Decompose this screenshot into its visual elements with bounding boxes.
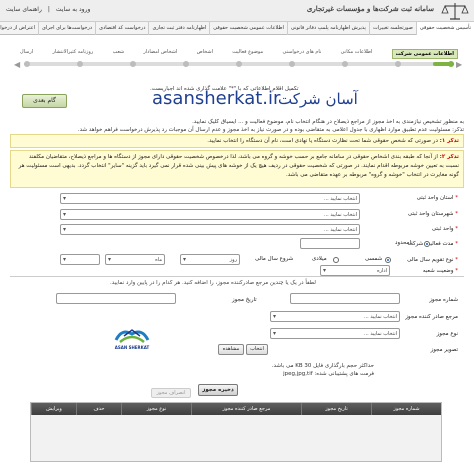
col-delete[interactable]: حذف bbox=[76, 403, 121, 415]
license-type-select[interactable]: انتخاب نمایید ... bbox=[270, 328, 400, 339]
warning-box-1: تذکر ۱: در صورتی که شخص حقوقی شما تحت نظ… bbox=[10, 134, 464, 148]
issuer-select[interactable]: انتخاب نمایید ... bbox=[270, 311, 400, 322]
chevron-right-icon[interactable]: ▶ bbox=[456, 60, 462, 69]
fiscal-month-select[interactable]: ماه bbox=[105, 254, 165, 265]
choose-file-button[interactable]: انتخاب bbox=[246, 344, 268, 355]
asan-logo-caption: ASAN SHERKAT bbox=[114, 345, 150, 350]
col-license-number[interactable]: شماره مجوز bbox=[371, 403, 441, 415]
info-line-1: به منظور تشخیص نیازمندی به اخذ مجوز از م… bbox=[192, 119, 464, 125]
col-edit[interactable]: ویرایش bbox=[31, 403, 76, 415]
duration-unlimited-radio[interactable] bbox=[424, 241, 430, 247]
miladi-label: میلادی bbox=[312, 256, 327, 262]
province-label: * استان واحد ثبتی bbox=[416, 195, 458, 201]
license-note: لطفاً در یک یا چندین مرجع صادرکننده مجوز… bbox=[110, 280, 316, 286]
city-label: * شهرستان واحد ثبتی bbox=[407, 211, 458, 217]
col-issuer[interactable]: مرجع صادر کننده مجوز bbox=[191, 403, 301, 415]
step-dot bbox=[289, 61, 295, 67]
license-table-body bbox=[31, 415, 441, 461]
step-names[interactable]: نام های درخواستی bbox=[283, 49, 322, 59]
step-submit[interactable]: ارسال bbox=[20, 49, 33, 59]
next-step-button[interactable]: گام بعدی bbox=[22, 94, 67, 108]
step-general-info[interactable]: اطلاعات عمومی شرکت bbox=[391, 49, 458, 59]
step-location[interactable]: اطلاعات مکانی bbox=[341, 49, 373, 59]
nav-item-economic-code[interactable]: درخواست کد اقتصادی bbox=[95, 22, 148, 35]
duration-input[interactable] bbox=[300, 238, 360, 249]
license-type-label: نوع مجوز bbox=[436, 331, 458, 337]
miladi-radio[interactable] bbox=[333, 257, 339, 263]
license-table: شماره مجوز تاریخ مجوز مرجع صادر کننده مج… bbox=[30, 402, 442, 462]
shamsi-radio[interactable] bbox=[385, 257, 391, 263]
fiscal-year-select[interactable] bbox=[60, 254, 100, 265]
license-number-input[interactable] bbox=[290, 293, 400, 304]
warning-1-title: تذکر ۱: bbox=[439, 138, 459, 144]
file-format-note: فرمت های پشتیبانی شده: jpeg,jpg,tif bbox=[283, 371, 374, 377]
view-file-button[interactable]: مشاهده bbox=[218, 344, 244, 355]
nav-item-requests[interactable]: درخواست‌ها برای اجرای bbox=[38, 22, 95, 35]
nav-item-ledger[interactable]: پذیرش اظهارنامه پلمپ دفاتر قانونی bbox=[286, 22, 369, 35]
fiscal-day-select[interactable]: روز bbox=[180, 254, 240, 265]
info-line-2: تذکر: مسئولیت عدم تطبیق موارد اظهاری با … bbox=[77, 127, 464, 133]
warning-1-text: در صورتی که شخص حقوقی شما تحت نظارت دستگ… bbox=[207, 138, 438, 144]
license-date-input[interactable] bbox=[56, 293, 176, 304]
login-link[interactable]: ورود به سایت bbox=[56, 6, 90, 13]
progress-track bbox=[24, 61, 454, 67]
site-header: سامانه ثبت شرکت‌ها و مؤسسات غیرتجاری ورو… bbox=[0, 0, 474, 22]
warning-2-text: از آنجا که طبقه بندی اشخاص حقوقی در ساما… bbox=[18, 154, 459, 178]
save-license-button[interactable]: ذخیره مجوز bbox=[198, 384, 238, 396]
top-links: ورود به سایت | راهنمای سایت bbox=[6, 6, 91, 13]
issuer-label: مرجع صادر کننده مجوز bbox=[405, 314, 458, 320]
license-image-label: تصویر مجوز bbox=[430, 347, 458, 353]
license-number-label: شماره مجوز bbox=[429, 297, 458, 303]
step-dot bbox=[130, 61, 136, 67]
scales-of-justice-icon bbox=[441, 3, 469, 20]
cancel-license-button[interactable]: انصراف مجوز bbox=[151, 388, 191, 398]
step-dot bbox=[77, 61, 83, 67]
license-table-header: شماره مجوز تاریخ مجوز مرجع صادر کننده مج… bbox=[31, 403, 441, 415]
duration-unlimited-label: نامحدود bbox=[395, 240, 413, 246]
branch-status-select[interactable]: اداره bbox=[320, 265, 390, 276]
nav-item-changes[interactable]: صورتجلسه تغییرات bbox=[368, 22, 416, 35]
site-logo-text: سامانه ثبت شرکت‌ها و مؤسسات غیرتجاری bbox=[306, 4, 434, 13]
step-persons[interactable]: اشخاص bbox=[197, 49, 213, 59]
step-dot bbox=[395, 61, 401, 67]
duration-label: * مدت فعالیت شرکت bbox=[407, 241, 458, 247]
col-license-type[interactable]: نوع مجوز bbox=[121, 403, 191, 415]
step-newspaper[interactable]: روزنامه کثیرالانتشار bbox=[52, 49, 93, 59]
chevron-left-icon[interactable]: ◀ bbox=[14, 60, 20, 69]
nav-item-general-info[interactable]: اطلاعات عمومی شخصیت حقوقی bbox=[209, 22, 287, 35]
step-activity[interactable]: موضوع فعالیت bbox=[232, 49, 263, 59]
step-dot bbox=[448, 61, 454, 67]
unit-select[interactable]: انتخاب نمایید ... bbox=[60, 224, 360, 235]
province-select[interactable]: انتخاب نمایید ... bbox=[60, 193, 360, 204]
nav-item-trade-register[interactable]: اظهارنامه دفتر ثبت تجاری bbox=[148, 22, 209, 35]
unit-label: * واحد ثبتی bbox=[431, 226, 458, 232]
nav-item-establish[interactable]: تأسیس شخصیت حقوقی bbox=[415, 22, 474, 35]
help-link[interactable]: راهنمای سایت bbox=[6, 6, 42, 13]
watermark-latin: asansherkat.ir bbox=[152, 88, 281, 109]
main-nav: تأسیس شخصیت حقوقی صورتجلسه تغییرات پذیرش… bbox=[0, 22, 474, 35]
nav-item-objection[interactable]: اعتراض از درخواست bbox=[0, 22, 38, 35]
fiscal-calendar-label: * نوع تقویم سال مالی bbox=[407, 257, 458, 263]
fiscal-start-label: شروع سال مالی bbox=[255, 256, 294, 262]
license-date-label: تاریخ مجوز bbox=[232, 297, 257, 303]
step-signatories[interactable]: اشخاص امضادار bbox=[143, 49, 177, 59]
step-dot bbox=[24, 61, 30, 67]
watermark-persian: آسان شرکت bbox=[278, 90, 358, 108]
step-labels: اطلاعات عمومی شرکت اطلاعات مکانی نام های… bbox=[20, 49, 458, 59]
step-dot bbox=[183, 61, 189, 67]
step-dot bbox=[342, 61, 348, 67]
step-dot bbox=[236, 61, 242, 67]
file-size-note: حداکثر حجم بارگذاری فایل 30 KB می باشد. bbox=[271, 363, 374, 369]
warning-box-2: تذکر ۲: از آنجا که طبقه بندی اشخاص حقوقی… bbox=[10, 150, 464, 188]
shamsi-label: شمسی bbox=[365, 256, 383, 262]
col-license-date[interactable]: تاریخ مجوز bbox=[301, 403, 371, 415]
divider bbox=[10, 276, 464, 277]
city-select[interactable]: انتخاب نمایید ... bbox=[60, 209, 360, 220]
step-branches[interactable]: شعب bbox=[113, 49, 125, 59]
branch-status-label: * وضعیت شعبه bbox=[422, 268, 458, 274]
warning-2-title: تذکر ۲: bbox=[439, 154, 459, 160]
